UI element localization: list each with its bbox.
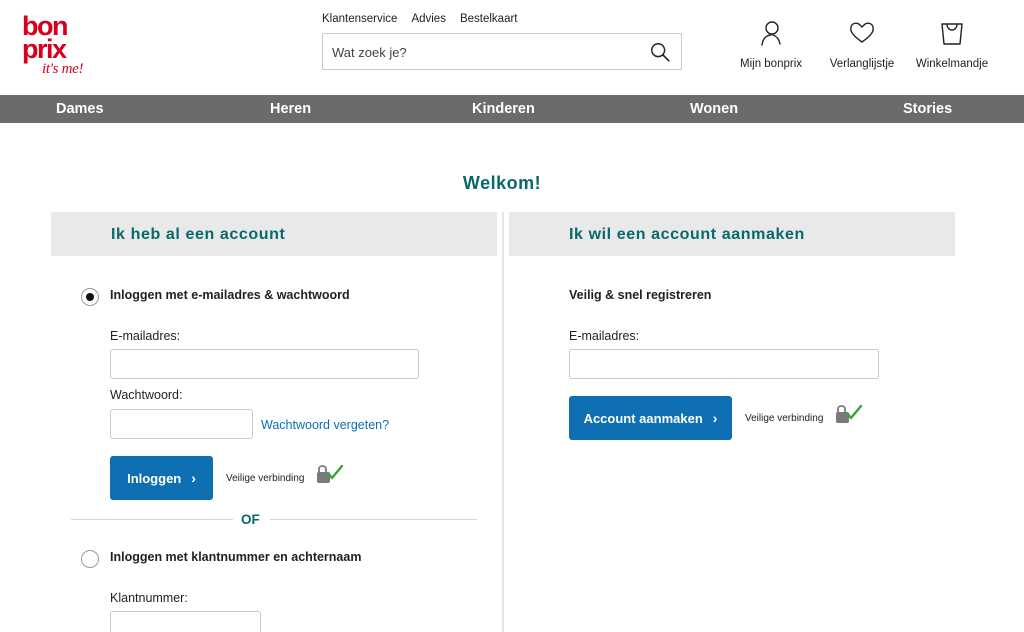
user-icon (761, 21, 781, 46)
register-email-field[interactable] (569, 349, 879, 379)
page-title: Welkom! (462, 173, 542, 193)
search-input[interactable] (332, 42, 632, 62)
cart-label: Winkelmandje (915, 58, 989, 70)
heart-icon (850, 22, 874, 43)
shopping-bag-icon (941, 23, 963, 45)
login-button[interactable]: Inloggen › (110, 456, 213, 500)
nav-item-stories[interactable]: Stories (903, 95, 952, 123)
search-icon[interactable] (649, 41, 671, 63)
option-customer-label: Inloggen met klantnummer en achternaam (110, 550, 362, 564)
site-header: bon prix it's me! Klantenservice Advies … (0, 0, 1024, 95)
or-separator: OF (241, 512, 260, 527)
password-label: Wachtwoord: (110, 388, 183, 402)
create-account-button[interactable]: Account aanmaken › (569, 396, 732, 440)
panel-divider (502, 212, 504, 632)
chevron-right-icon: › (712, 410, 718, 426)
toplink-klantenservice[interactable]: Klantenservice (322, 13, 397, 25)
register-secure-label: Veilige verbinding (745, 413, 824, 424)
account-link[interactable]: Mijn bonprix (736, 20, 806, 70)
logo-line2: prix (22, 34, 67, 64)
main-nav: Dames Heren Kinderen Wonen Stories (0, 95, 1024, 123)
customer-number-field[interactable] (110, 611, 261, 632)
secure-lock-icon (317, 464, 344, 483)
register-heading: Ik wil een account aanmaken (569, 226, 805, 243)
option-email-label: Inloggen met e-mailadres & wachtwoord (110, 288, 350, 302)
forgot-password-link[interactable]: Wachtwoord vergeten? (261, 418, 389, 432)
bonprix-logo[interactable]: bon prix it's me! (22, 13, 88, 82)
logo-tagline: it's me! (42, 61, 84, 77)
password-field[interactable] (110, 409, 253, 439)
radio-customer-login[interactable] (81, 550, 99, 568)
nav-item-wonen[interactable]: Wonen (690, 95, 738, 123)
nav-item-heren[interactable]: Heren (270, 95, 311, 123)
login-button-label: Inloggen (127, 470, 182, 486)
register-panel-header: Ik wil een account aanmaken (509, 212, 955, 256)
toplink-bestelkaart[interactable]: Bestelkaart (460, 13, 518, 25)
nav-item-dames[interactable]: Dames (56, 95, 104, 123)
customer-number-label: Klantnummer: (110, 591, 188, 605)
secure-lock-icon (836, 404, 863, 423)
secure-connection-label: Veilige verbinding (226, 473, 305, 484)
radio-selected-dot (86, 293, 94, 301)
register-email-label: E-mailadres: (569, 329, 640, 343)
login-email-label: E-mailadres: (110, 329, 181, 343)
register-subtitle: Veilig & snel registreren (569, 288, 712, 302)
nav-item-kinderen[interactable]: Kinderen (472, 95, 535, 123)
create-account-button-label: Account aanmaken (583, 410, 703, 426)
radio-email-login[interactable] (81, 288, 99, 306)
login-heading: Ik heb al een account (111, 226, 286, 243)
login-email-field[interactable] (110, 349, 419, 379)
login-panel-header: Ik heb al een account (51, 212, 497, 256)
search-box (322, 33, 682, 70)
account-label: Mijn bonprix (740, 58, 802, 70)
chevron-right-icon: › (191, 470, 196, 486)
cart-link[interactable]: Winkelmandje (913, 20, 991, 70)
wishlist-link[interactable]: Verlanglijstje (826, 20, 898, 70)
wishlist-label: Verlanglijstje (829, 58, 895, 70)
separator-left (71, 519, 233, 520)
separator-right (270, 519, 477, 520)
toplink-advies[interactable]: Advies (411, 13, 446, 25)
top-links: Klantenservice Advies Bestelkaart (322, 13, 518, 25)
